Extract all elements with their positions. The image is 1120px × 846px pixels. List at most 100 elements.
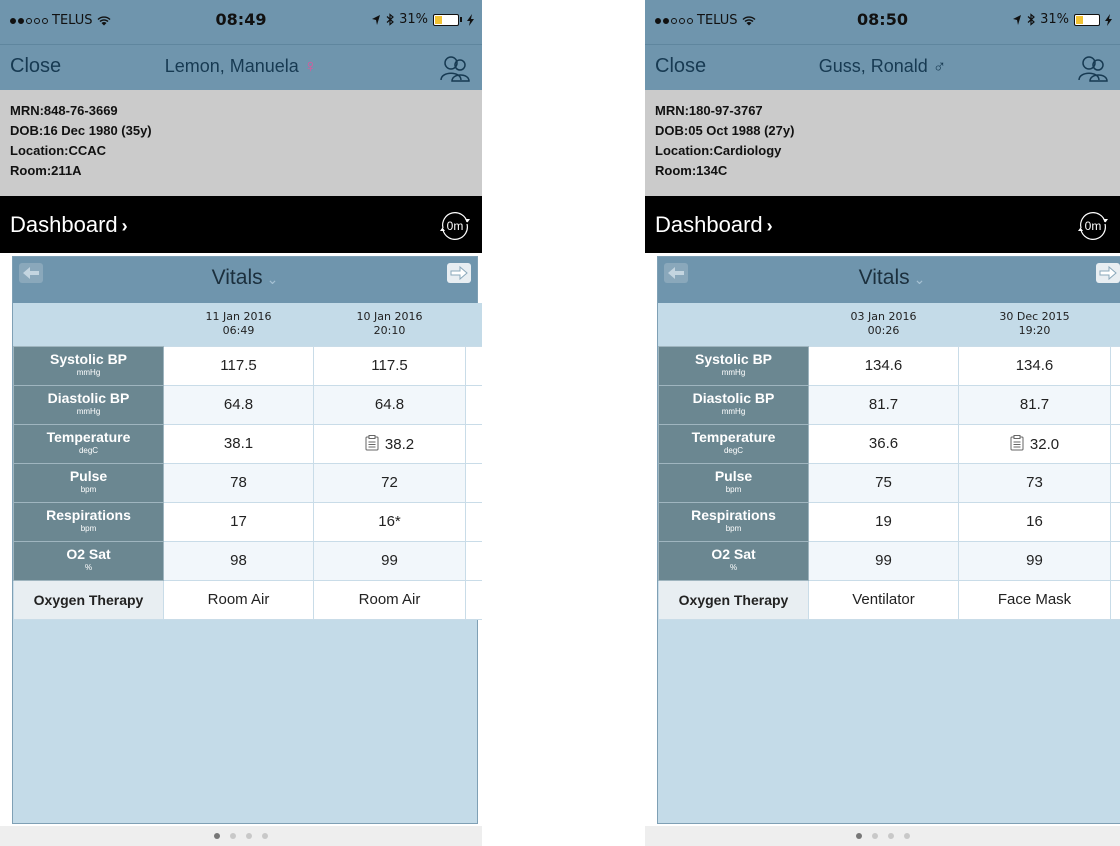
arrow-right-icon[interactable] [447,263,471,283]
vitals-table: 03 Jan 2016 00:26 30 Dec 2015 19:20 Systolic… [658,303,1120,620]
vital-value-cell[interactable]: 81.7 [958,384,1111,425]
vitals-row: Pulse bpm 78 72 [13,462,482,503]
battery-percent: 31% [399,12,428,27]
vitals-row: Respirations bpm 17 16* [13,501,482,542]
vital-value-cell[interactable]: 81.7 [808,384,959,425]
vital-value-cell[interactable]: 99 [808,540,959,581]
vitals-row: Temperature degC 38.1 38.2 [13,423,482,464]
patient-location: Location:Cardiology [655,143,782,158]
vitals-row: Diastolic BP mmHg 64.8 64.8 [13,384,482,425]
page-indicator [0,826,482,846]
dashboard-link[interactable]: Dashboard › [10,212,128,238]
charging-bolt-icon [1105,13,1112,26]
vitals-table: 11 Jan 2016 06:49 10 Jan 2016 20:10 Systolic… [13,303,482,620]
vital-value-cell[interactable]: 72 [313,462,466,503]
patient-mrn: MRN:848-76-3669 [10,103,118,118]
vitals-row: Respirations bpm 19 16 [658,501,1120,542]
vitals-title-dropdown[interactable]: Vitals ⌄ [658,266,1120,290]
bluetooth-icon [1027,13,1036,26]
vital-label: Systolic BP mmHg [13,345,164,386]
vital-value-cell[interactable]: 32.0 [958,423,1111,464]
vitals-row: Systolic BP mmHg 134.6 134.6 [658,345,1120,386]
date-header-row: 03 Jan 2016 00:26 30 Dec 2015 19:20 [658,303,1120,346]
vital-label: Diastolic BP mmHg [658,384,809,425]
vital-value-cell[interactable]: 134.6 [958,345,1111,386]
patient-dob: DOB:16 Dec 1980 (35y) [10,123,152,138]
vital-value-cell[interactable]: 17 [163,501,314,542]
refresh-icon[interactable]: 0m [438,210,472,240]
dashboard-title: Dashboard [10,212,118,237]
location-arrow-icon [1013,14,1022,25]
patient-profile-icon[interactable] [1076,53,1110,83]
battery-icon [1074,13,1100,26]
vitals-header: Vitals ⌄ [658,257,1120,303]
patient-info-panel: MRN:848-76-3669 DOB:16 Dec 1980 (35y) Lo… [0,90,482,196]
female-gender-icon: ♀ [303,56,318,76]
status-bar: TELUS 08:50 31% [645,0,1120,44]
vital-label: Temperature degC [658,423,809,464]
vitals-title: Vitals [858,266,910,289]
oxygen-therapy-value[interactable]: Room Air [313,579,466,620]
vitals-row: Temperature degC 36.6 32.0 [658,423,1120,464]
vital-value-cell[interactable]: 64.8 [163,384,314,425]
oxygen-therapy-row: Oxygen Therapy Ventilator Face Mask [658,579,1120,620]
phone-screen-right: TELUS 08:50 31% Close Guss, Ronald ♂ MRN… [645,0,1120,846]
oxygen-therapy-value[interactable]: Room Air [163,579,314,620]
vital-value-cell[interactable]: 99 [313,540,466,581]
dashboard-link[interactable]: Dashboard › [655,212,773,238]
dashboard-bar: Dashboard › 0m [0,196,482,253]
vital-value-cell[interactable]: 78 [163,462,314,503]
patient-name: Lemon, Manuela [164,56,299,76]
patient-name-title: Lemon, Manuela ♀ [0,56,482,77]
vital-value-cell[interactable]: 64.8 [313,384,466,425]
date-column-header[interactable]: 11 Jan 2016 06:49 [163,303,314,346]
status-bar: TELUS 08:49 31% [0,0,482,44]
dashboard-title: Dashboard [655,212,763,237]
oxygen-therapy-value[interactable]: Face Mask [958,579,1111,620]
vital-value-cell[interactable]: 75 [808,462,959,503]
nav-bar: Close Lemon, Manuela ♀ [0,44,482,90]
vital-value-cell[interactable]: 117.5 [163,345,314,386]
vital-label: Pulse bpm [658,462,809,503]
battery-icon [433,13,459,26]
vital-value-cell[interactable]: 19 [808,501,959,542]
refresh-icon[interactable]: 0m [1076,210,1110,240]
vital-value-cell[interactable]: 16* [313,501,466,542]
clipboard-note-icon[interactable] [365,434,379,451]
vital-value-cell[interactable]: 134.6 [808,345,959,386]
refresh-age-label: 0m [447,219,464,233]
vitals-title-dropdown[interactable]: Vitals ⌄ [13,266,477,290]
patient-profile-icon[interactable] [438,53,472,83]
vital-label: O2 Sat% [13,540,164,581]
vitals-row: O2 Sat% 98 99 [13,540,482,581]
male-gender-icon: ♂ [932,56,947,76]
vital-value-cell[interactable]: 16 [958,501,1111,542]
vital-value-cell[interactable]: 38.1 [163,423,314,464]
oxygen-therapy-value[interactable]: Ventilator [808,579,959,620]
vital-value-cell[interactable]: 117.5 [313,345,466,386]
patient-info-panel: MRN:180-97-3767 DOB:05 Oct 1988 (27y) Lo… [645,90,1120,196]
battery-percent: 31% [1040,12,1069,27]
arrow-right-icon[interactable] [1096,263,1120,283]
vital-value-cell[interactable]: 99 [958,540,1111,581]
oxygen-therapy-label: Oxygen Therapy [13,579,164,620]
vital-value-cell[interactable]: 98 [163,540,314,581]
vital-value-cell[interactable]: 38.2 [313,423,466,464]
date-column-header[interactable]: 10 Jan 2016 20:10 [313,303,466,346]
vital-value-cell[interactable]: 73 [958,462,1111,503]
refresh-age-label: 0m [1085,219,1102,233]
chevron-right-icon: › [121,216,128,236]
charging-bolt-icon [467,13,474,26]
patient-mrn: MRN:180-97-3767 [655,103,763,118]
location-arrow-icon [372,14,381,25]
vital-value-cell[interactable]: 36.6 [808,423,959,464]
patient-location: Location:CCAC [10,143,107,158]
vitals-panel: Vitals ⌄ 11 Jan 2016 06:49 10 Jan 2016 20:10… [12,256,482,824]
vital-label: Respirations bpm [13,501,164,542]
chevron-down-icon: ⌄ [266,271,279,287]
date-column-header[interactable]: 03 Jan 2016 00:26 [808,303,959,346]
vital-label: Systolic BP mmHg [658,345,809,386]
clipboard-note-icon[interactable] [1010,434,1024,451]
vital-label: Diastolic BP mmHg [13,384,164,425]
date-column-header[interactable]: 30 Dec 2015 19:20 [958,303,1111,346]
